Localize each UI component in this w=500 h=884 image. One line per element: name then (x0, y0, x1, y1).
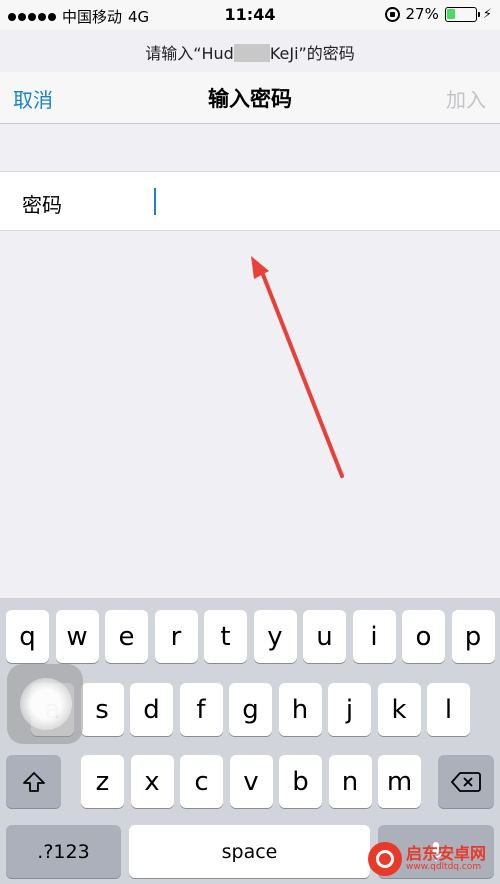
battery-icon (444, 6, 480, 22)
key-d[interactable]: d (130, 683, 173, 736)
key-q[interactable]: q (6, 610, 49, 663)
backspace-icon (451, 771, 481, 792)
password-prompt: 请输入“Hud KeJi”的密码 (0, 40, 500, 64)
join-button[interactable]: 加入 (446, 84, 486, 113)
password-row[interactable]: 密码 (0, 171, 500, 231)
key-n[interactable]: n (328, 755, 372, 808)
key-b[interactable]: b (279, 755, 322, 808)
prompt-prefix: 请输入“Hud (145, 44, 234, 63)
key-y[interactable]: y (253, 610, 297, 663)
charging-bolt-icon: ⚡ (482, 6, 492, 22)
key-f[interactable]: f (179, 683, 223, 736)
password-label: 密码 (22, 193, 62, 217)
watermark-logo-icon (368, 842, 402, 876)
prompt-suffix: KeJi”的密码 (269, 44, 355, 63)
key-m[interactable]: m (378, 755, 421, 808)
key-t[interactable]: t (204, 610, 247, 663)
watermark-title: 启东安卓网 (406, 844, 487, 864)
page-title: 输入密码 (208, 87, 292, 111)
key-j[interactable]: j (328, 683, 371, 736)
watermark: 启东安卓网 www.qdltdq.com (368, 836, 498, 882)
key-x[interactable]: x (130, 755, 174, 808)
key-c[interactable]: c (180, 755, 223, 808)
key-g[interactable]: g (229, 683, 272, 736)
battery-level (447, 9, 455, 19)
key-e[interactable]: e (105, 610, 148, 663)
space-key[interactable]: space (129, 825, 370, 878)
key-o[interactable]: o (402, 610, 445, 663)
text-cursor (154, 188, 156, 215)
watermark-url: www.qdltdq.com (406, 861, 482, 872)
orientation-lock-icon (384, 6, 400, 22)
shift-key[interactable] (6, 755, 61, 808)
key-k[interactable]: k (377, 683, 421, 736)
shift-icon (22, 771, 45, 792)
status-bar: 中国移动 4G 11:44 27% ⚡ (0, 0, 500, 30)
key-s[interactable]: s (80, 683, 124, 736)
battery-percent: 27% (405, 5, 439, 23)
password-input[interactable] (150, 184, 480, 218)
navigation-bar: 取消 输入密码 加入 (0, 72, 500, 124)
key-p[interactable]: p (451, 610, 495, 663)
key-r[interactable]: r (154, 610, 198, 663)
key-w[interactable]: w (55, 610, 99, 663)
redacted-mask (233, 44, 270, 62)
numbers-key[interactable]: .?123 (6, 825, 121, 878)
key-i[interactable]: i (352, 610, 396, 663)
key-u[interactable]: u (303, 610, 346, 663)
delete-key[interactable] (438, 755, 494, 808)
key-l[interactable]: l (427, 683, 470, 736)
touch-indicator (20, 678, 72, 730)
key-z[interactable]: z (81, 755, 124, 808)
key-h[interactable]: h (278, 683, 322, 736)
key-v[interactable]: v (229, 755, 273, 808)
